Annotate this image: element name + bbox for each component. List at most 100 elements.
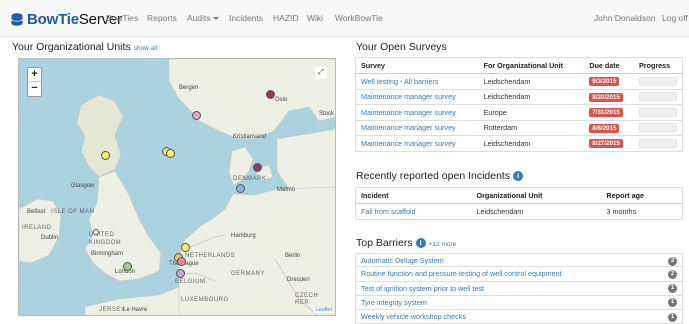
column-header: Survey xyxy=(355,57,479,74)
column-header: Due date xyxy=(584,57,634,74)
map-label: Birmingham xyxy=(91,251,124,257)
barriers-title: Top Barriers xyxy=(356,237,413,249)
unit-cell: Rotterdam xyxy=(478,119,585,136)
survey-link[interactable]: Maintenance manager survey xyxy=(361,123,456,132)
map-label: Dresden xyxy=(287,277,310,283)
due-date-badge: 8/27/2015 xyxy=(589,139,623,149)
barrier-link[interactable]: Routine function and pressure testing of… xyxy=(361,269,562,278)
nav-audits[interactable]: Audits xyxy=(187,13,219,23)
table-row: Maintenance manager survey Leidschendam … xyxy=(355,88,683,105)
zoom-out-button[interactable]: − xyxy=(28,82,41,96)
map-label: Bergen xyxy=(179,85,199,91)
column-header: Organizational Unit xyxy=(471,187,602,204)
progress-bar xyxy=(639,123,677,133)
barriers-heading: Top Barriers i +12 more xyxy=(356,237,456,249)
count-badge: 1 xyxy=(668,312,677,322)
info-icon[interactable]: i xyxy=(415,238,426,249)
barrier-link[interactable]: Weekly vehicle workshop checks xyxy=(361,312,466,321)
barriers-list: Automatic Deluge System 3 Routine functio… xyxy=(355,253,683,324)
surveys-heading: Your Open Surveys xyxy=(356,41,447,53)
map-label: Berlin xyxy=(285,253,301,259)
list-item: Routine function and pressure testing of… xyxy=(355,267,683,282)
progress-bar xyxy=(639,76,677,86)
barrier-link[interactable]: Automatic Deluge System xyxy=(361,256,444,265)
count-badge: 1 xyxy=(668,284,677,294)
map-label: Dublin xyxy=(41,235,59,241)
fullscreen-icon[interactable]: ⤢ xyxy=(315,67,327,79)
column-header: Report age xyxy=(601,187,683,204)
list-item: Test of ignition system prior to well te… xyxy=(355,281,683,296)
unit-marker[interactable] xyxy=(166,149,175,158)
caret-down-icon xyxy=(212,17,219,21)
navbar: BowTieServer BowTies Reports Audits Inci… xyxy=(0,0,689,37)
list-item: Tyre integrity system 1 xyxy=(355,295,683,311)
map-label: Malmö xyxy=(277,187,296,193)
age-cell: 3 months xyxy=(601,203,683,219)
survey-link[interactable]: Maintenance manager survey xyxy=(361,139,456,148)
unit-cell: Europe xyxy=(478,104,585,120)
surveys-table: Survey For Organizational Unit Due date … xyxy=(355,57,683,152)
map-label: GERMANY xyxy=(231,271,265,277)
map-label: JERSEY xyxy=(99,307,126,313)
due-date-badge: 8/20/2015 xyxy=(589,92,623,102)
due-date-badge: 8/6/2015 xyxy=(589,123,620,133)
table-row: Maintenance manager survey Europe 7/31/2… xyxy=(355,104,683,120)
zoom-control: + − xyxy=(27,67,42,97)
table-row: Maintenance manager survey Rotterdam 8/6… xyxy=(355,119,683,136)
unit-marker[interactable] xyxy=(93,229,99,235)
map-label: BELGIUM xyxy=(175,279,206,285)
map-label: Glasgow xyxy=(71,183,95,189)
count-badge: 1 xyxy=(668,298,677,308)
map-label: NETHERLANDS xyxy=(185,253,236,259)
unit-marker[interactable] xyxy=(123,262,132,271)
nav-reports[interactable]: Reports xyxy=(147,13,177,23)
zoom-in-button[interactable]: + xyxy=(28,68,41,82)
org-units-map[interactable]: + − ⤢ Bergen Oslo Stock Kristiansand DEN… xyxy=(18,58,336,316)
list-item: Weekly vehicle workshop checks 1 xyxy=(355,310,683,324)
show-all-link[interactable]: show all xyxy=(134,45,157,52)
nav-wiki[interactable]: Wiki xyxy=(307,13,323,23)
nav-bowties[interactable]: BowTies xyxy=(106,13,138,23)
more-barriers-link[interactable]: +12 more xyxy=(429,241,457,248)
unit-cell: Leidschendam xyxy=(478,88,585,105)
nav-hazid[interactable]: HAZID xyxy=(273,13,299,23)
due-date-badge: 9/3/2015 xyxy=(589,77,620,87)
progress-bar xyxy=(639,92,677,102)
unit-marker[interactable] xyxy=(236,184,245,193)
unit-marker[interactable] xyxy=(176,269,185,278)
map-label: LUXEMBOURG xyxy=(181,297,229,303)
map-label: Oslo xyxy=(275,97,288,103)
unit-marker[interactable] xyxy=(101,151,110,160)
map-label: Le Havre xyxy=(123,307,148,313)
info-icon[interactable]: i xyxy=(513,171,524,182)
survey-link[interactable]: Maintenance manager survey xyxy=(361,108,456,117)
logoff-link[interactable]: Log off xyxy=(662,13,688,23)
user-menu[interactable]: John Donaldson xyxy=(594,13,655,23)
table-row: Maintenance manager survey Leidschendam … xyxy=(355,135,683,151)
barrier-link[interactable]: Tyre integrity system xyxy=(361,298,427,307)
map-label: IRELAND xyxy=(22,225,52,231)
unit-marker[interactable] xyxy=(266,90,275,99)
survey-link[interactable]: Well testing - All barriers xyxy=(361,77,438,86)
survey-link[interactable]: Maintenance manager survey xyxy=(361,92,456,101)
barrier-link[interactable]: Test of ignition system prior to well te… xyxy=(361,284,484,293)
incidents-title: Recently reported open Incidents xyxy=(356,170,511,182)
unit-marker[interactable] xyxy=(253,163,262,172)
nav-incidents[interactable]: Incidents xyxy=(229,13,263,23)
map-attribution[interactable]: Leaflet xyxy=(314,307,333,313)
column-header: Incident xyxy=(355,187,472,204)
map-label: Hamburg xyxy=(231,233,256,239)
column-header: Progress xyxy=(634,57,683,74)
unit-cell: Leidschendam xyxy=(478,135,585,151)
units-heading: Your Organizational Units show all xyxy=(12,41,157,53)
unit-marker[interactable] xyxy=(181,243,190,252)
incident-link[interactable]: Fall from scaffold xyxy=(361,207,416,216)
database-icon xyxy=(11,12,23,26)
unit-marker[interactable] xyxy=(177,257,186,266)
nav-workbowtie[interactable]: WorkBowTie xyxy=(335,13,383,23)
incidents-heading: Recently reported open Incidents i xyxy=(356,170,524,182)
unit-marker[interactable] xyxy=(192,111,201,120)
incidents-table: Incident Organizational Unit Report age … xyxy=(355,187,683,220)
map-label: DENMARK xyxy=(233,176,267,182)
unit-cell: Leidschendam xyxy=(478,73,585,89)
